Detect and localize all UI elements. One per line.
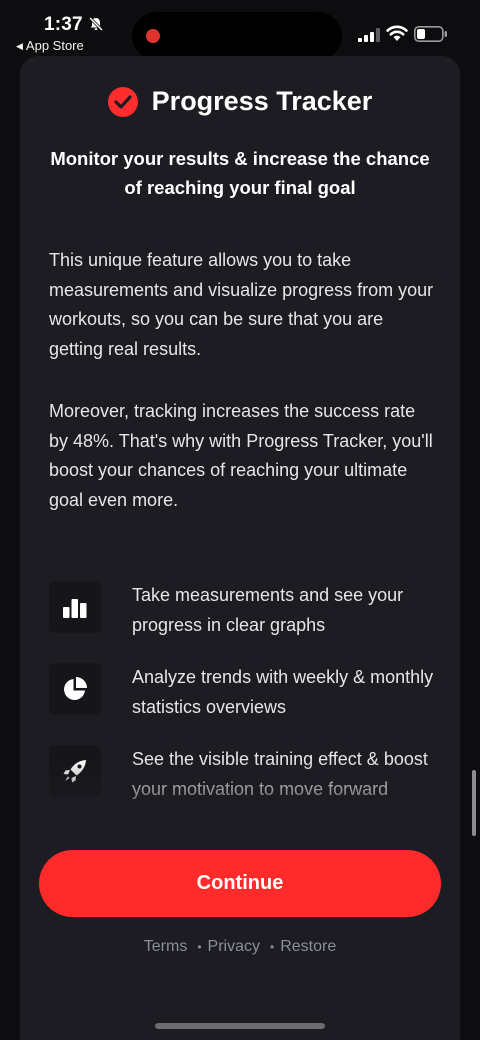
terms-link[interactable]: Terms <box>144 938 188 956</box>
footer-links: Terms • Privacy • Restore <box>0 938 480 956</box>
bar-chart-icon <box>63 599 87 618</box>
battery-icon <box>414 26 447 42</box>
feature-text: See the visible training effect & boost … <box>132 749 428 799</box>
status-time: 1:37 <box>44 14 83 35</box>
status-bar: 1:37 ◀ App Store <box>0 0 480 60</box>
feature-icon-box <box>49 663 101 715</box>
description-paragraph-2: Moreover, tracking increases the success… <box>49 401 433 510</box>
page-title: Progress Tracker <box>151 86 373 116</box>
feature-text: Take measurements and see your progress … <box>132 585 404 635</box>
back-triangle-icon: ◀ <box>16 41 23 51</box>
screen: 1:37 ◀ App Store Progress Tracker Monito… <box>0 0 480 1040</box>
rocket-icon <box>63 760 86 783</box>
footer-separator: • <box>197 940 202 954</box>
continue-button[interactable]: Continue <box>39 850 441 917</box>
dynamic-island <box>132 12 342 60</box>
description-paragraph-1: This unique feature allows you to take m… <box>49 250 434 359</box>
scrollbar[interactable] <box>472 770 476 836</box>
recording-indicator-icon <box>146 29 160 43</box>
back-to-app-store-link[interactable]: ◀ App Store <box>16 38 84 53</box>
back-app-label: App Store <box>25 38 84 53</box>
feature-icon-box <box>49 581 101 633</box>
footer-separator: • <box>269 940 275 954</box>
feature-item-motivation: See the visible training effect & boost … <box>49 745 439 804</box>
checkmark-circle-icon <box>107 86 138 117</box>
feature-text: Analyze trends with weekly & monthly sta… <box>132 667 434 717</box>
page-subtitle: Monitor your results & increase the chan… <box>50 148 430 198</box>
bell-muted-icon <box>88 16 104 32</box>
feature-icon-box <box>49 745 101 797</box>
pie-chart-icon <box>64 677 87 700</box>
feature-item-measurements: Take measurements and see your progress … <box>49 581 439 640</box>
wifi-icon <box>386 25 408 41</box>
home-indicator[interactable] <box>155 1023 325 1029</box>
privacy-link[interactable]: Privacy <box>208 938 260 956</box>
title-row: Progress Tracker <box>0 86 480 117</box>
cellular-signal-icon <box>358 28 380 42</box>
restore-link[interactable]: Restore <box>280 938 336 956</box>
feature-item-statistics: Analyze trends with weekly & monthly sta… <box>49 663 439 722</box>
